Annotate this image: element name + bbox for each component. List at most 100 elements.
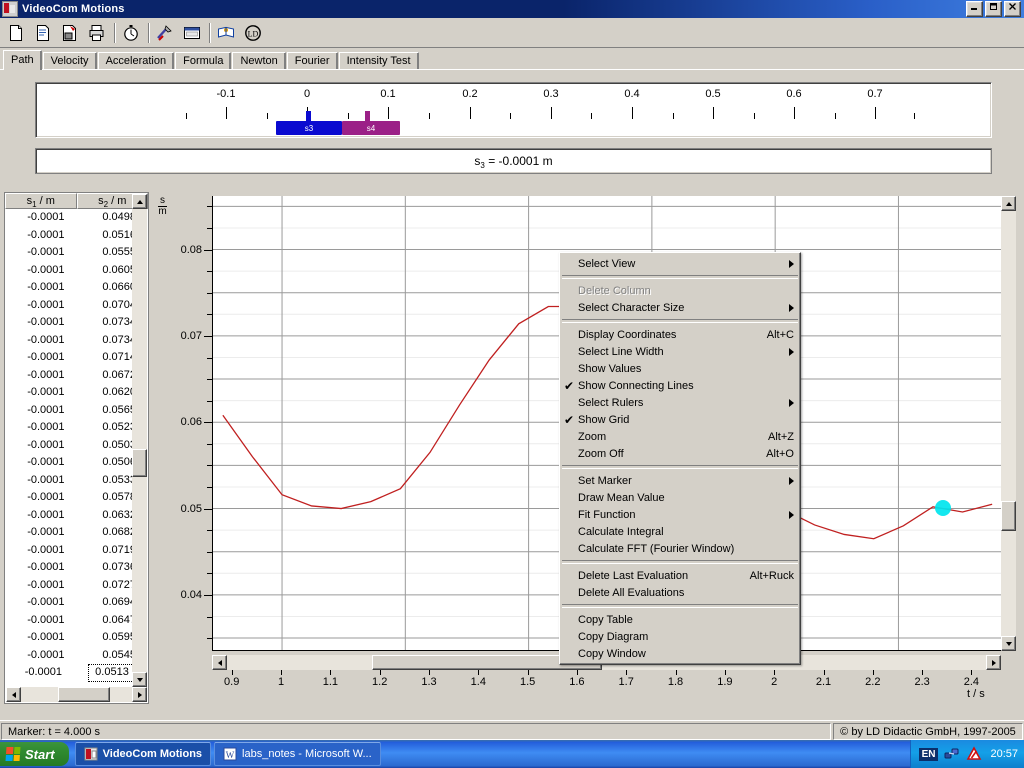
table-cell[interactable]: -0.0001 <box>5 402 77 420</box>
tab-path[interactable]: Path <box>3 50 42 70</box>
display-window-icon[interactable] <box>179 20 205 45</box>
table-row[interactable]: -0.0001 0.0704 <box>5 297 148 315</box>
table-row[interactable]: -0.0001 0.0605 <box>5 262 148 280</box>
table-cell[interactable]: -0.0001 <box>5 577 77 595</box>
table-row[interactable]: -0.0001 0.0694 <box>5 594 148 612</box>
table-cell[interactable]: -0.0001 <box>5 664 74 682</box>
table-cell[interactable]: -0.0001 <box>5 332 77 350</box>
table-cell[interactable]: -0.0001 <box>5 209 77 227</box>
table-row[interactable]: -0.0001 0.0523 <box>5 419 148 437</box>
tab-velocity[interactable]: Velocity <box>42 52 97 70</box>
menu-item-set-marker[interactable]: Set Marker <box>560 472 800 489</box>
minimize-button[interactable] <box>966 1 983 17</box>
maximize-button[interactable] <box>985 1 1002 17</box>
table-row[interactable]: -0.0001 0.0503 <box>5 437 148 455</box>
taskbar-item[interactable]: Wlabs_notes - Microsoft W... <box>214 742 381 766</box>
table-row[interactable]: -0.0001 0.0734 <box>5 332 148 350</box>
chart-vertical-scrollbar[interactable] <box>1001 196 1016 651</box>
table-cell[interactable]: -0.0001 <box>5 472 77 490</box>
table-scroll-up-button[interactable] <box>132 194 147 209</box>
table-cell[interactable]: -0.0001 <box>5 384 77 402</box>
data-table[interactable]: s1 / m s2 / m -0.0001 0.0498 -0.0001 0.0516-… <box>4 192 149 704</box>
menu-item-delete-last-evaluation[interactable]: Delete Last Evaluation Alt+Ruck <box>560 567 800 584</box>
menu-item-show-connecting-lines[interactable]: ✔ Show Connecting Lines <box>560 377 800 394</box>
table-scroll-thumb[interactable] <box>132 449 147 477</box>
table-scroll-left-button[interactable] <box>6 687 21 702</box>
table-cell[interactable]: -0.0001 <box>5 594 77 612</box>
table-cell[interactable]: -0.0001 <box>5 262 77 280</box>
table-cell[interactable]: -0.0001 <box>5 524 77 542</box>
table-row[interactable]: -0.0001 0.0620 <box>5 384 148 402</box>
table-cell[interactable]: -0.0001 <box>5 507 77 525</box>
taskbar-item[interactable]: VideoCom Motions <box>74 742 212 766</box>
table-body[interactable]: -0.0001 0.0498 -0.0001 0.0516 -0.0001 0.0555-… <box>5 209 148 703</box>
menu-item-select-character-size[interactable]: Select Character Size <box>560 299 800 316</box>
position-ruler[interactable]: -0.1 0 0.1 0.2 0.3 0.4 0.5 0.6 0.7 s3 s4 <box>35 82 992 138</box>
menu-item-copy-table[interactable]: Copy Table <box>560 611 800 628</box>
table-row[interactable]: -0.0001 0.0660 <box>5 279 148 297</box>
menu-item-zoom-off[interactable]: Zoom Off Alt+O <box>560 445 800 462</box>
table-row[interactable]: -0.0001 0.0578 <box>5 489 148 507</box>
table-cell[interactable]: -0.0001 <box>5 367 77 385</box>
save-file-icon[interactable] <box>57 20 83 45</box>
table-row[interactable]: -0.0001 0.0516 <box>5 227 148 245</box>
table-column-header-s1[interactable]: s1 / m <box>5 193 77 209</box>
start-button[interactable]: Start <box>0 742 69 766</box>
network-icon[interactable] <box>944 746 960 762</box>
table-cell[interactable]: -0.0001 <box>5 559 77 577</box>
print-icon[interactable] <box>84 20 110 45</box>
menu-item-calculate-fft-fourier-window[interactable]: Calculate FFT (Fourier Window) <box>560 540 800 557</box>
table-row[interactable]: -0.0001 0.0565 <box>5 402 148 420</box>
context-menu[interactable]: Select View Delete Column Select Character… <box>559 252 801 665</box>
table-row[interactable]: -0.0001 0.0672 <box>5 367 148 385</box>
open-file-icon[interactable] <box>30 20 56 45</box>
menu-item-display-coordinates[interactable]: Display Coordinates Alt+C <box>560 326 800 343</box>
menu-item-zoom[interactable]: Zoom Alt+Z <box>560 428 800 445</box>
table-row[interactable]: -0.0001 0.0498 <box>5 209 148 227</box>
menu-item-select-line-width[interactable]: Select Line Width <box>560 343 800 360</box>
tab-formula[interactable]: Formula <box>175 52 232 70</box>
tab-fourier[interactable]: Fourier <box>286 52 338 70</box>
table-cell[interactable]: -0.0001 <box>5 612 77 630</box>
menu-item-delete-all-evaluations[interactable]: Delete All Evaluations <box>560 584 800 601</box>
chart-vscroll-thumb[interactable] <box>1001 501 1016 531</box>
tools-icon[interactable] <box>152 20 178 45</box>
table-cell[interactable]: -0.0001 <box>5 629 77 647</box>
about-ld-icon[interactable]: LD <box>240 20 266 45</box>
table-cell[interactable]: -0.0001 <box>5 227 77 245</box>
table-scroll-down-button[interactable] <box>132 672 147 687</box>
menu-item-select-view[interactable]: Select View <box>560 255 800 272</box>
table-cell[interactable]: -0.0001 <box>5 437 77 455</box>
table-row[interactable]: -0.0001 0.0545 <box>5 647 148 665</box>
table-vertical-scrollbar[interactable] <box>132 194 147 687</box>
tab-acceleration[interactable]: Acceleration <box>97 52 175 70</box>
table-row[interactable]: -0.0001 0.0506 <box>5 454 148 472</box>
chart-vscroll-track[interactable] <box>1001 211 1016 636</box>
menu-item-copy-diagram[interactable]: Copy Diagram <box>560 628 800 645</box>
menu-item-fit-function[interactable]: Fit Function <box>560 506 800 523</box>
table-cell[interactable]: -0.0001 <box>5 419 77 437</box>
tab-intensity-test[interactable]: Intensity Test <box>338 52 419 70</box>
table-row[interactable]: -0.0001 0.0555 <box>5 244 148 262</box>
table-row[interactable]: -0.0001 0.0632 <box>5 507 148 525</box>
menu-item-draw-mean-value[interactable]: Draw Mean Value <box>560 489 800 506</box>
table-cell[interactable]: -0.0001 <box>5 542 77 560</box>
table-row[interactable]: -0.0001 0.0533 <box>5 472 148 490</box>
menu-item-copy-window[interactable]: Copy Window <box>560 645 800 662</box>
table-scroll-track[interactable] <box>132 209 147 672</box>
table-cell[interactable]: -0.0001 <box>5 489 77 507</box>
timer-icon[interactable] <box>118 20 144 45</box>
table-row[interactable]: -0.0001 0.0513 <box>5 664 148 682</box>
chart-scroll-up-button[interactable] <box>1001 196 1016 211</box>
menu-item-show-values[interactable]: Show Values <box>560 360 800 377</box>
menu-item-calculate-integral[interactable]: Calculate Integral <box>560 523 800 540</box>
language-indicator[interactable]: EN <box>918 747 939 761</box>
menu-item-show-grid[interactable]: ✔ Show Grid <box>560 411 800 428</box>
table-row[interactable]: -0.0001 0.0719 <box>5 542 148 560</box>
ruler-marker-s3[interactable]: s3 <box>276 121 342 135</box>
table-row[interactable]: -0.0001 0.0727 <box>5 577 148 595</box>
chart-scroll-left-button[interactable] <box>212 655 227 670</box>
table-horizontal-scrollbar[interactable] <box>6 687 147 702</box>
chart-scroll-down-button[interactable] <box>1001 636 1016 651</box>
ruler-marker-s4[interactable]: s4 <box>342 121 400 135</box>
